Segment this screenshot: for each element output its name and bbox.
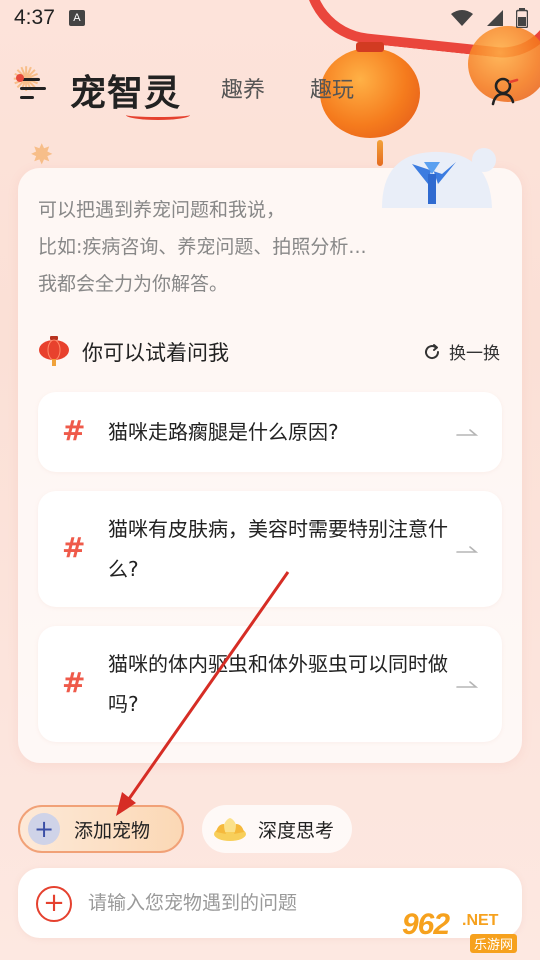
menu-icon[interactable] bbox=[16, 74, 48, 104]
wifi-icon bbox=[451, 10, 473, 26]
arrow-right-icon bbox=[456, 429, 478, 436]
hashtag-icon: # bbox=[62, 414, 86, 447]
watermark-brand: 962 bbox=[402, 908, 450, 941]
app-logo: 宠智灵 bbox=[70, 73, 182, 114]
intro-line: 我都会全力为你解答。 bbox=[38, 273, 229, 295]
add-pet-label: 添加宠物 bbox=[74, 819, 151, 842]
add-pet-button[interactable]: + 添加宠物 bbox=[18, 805, 184, 853]
firework-decoration: ✸ bbox=[30, 138, 54, 171]
hashtag-icon: # bbox=[62, 666, 86, 699]
watermark-sub: 乐游网 bbox=[470, 934, 518, 953]
suggestions-header: 你可以试着问我 换一换 bbox=[38, 332, 502, 372]
battery-icon bbox=[516, 8, 528, 28]
app-header: 宠智灵 趣养 趣玩 bbox=[0, 56, 540, 126]
suggested-question[interactable]: # 猫咪有皮肤病，美容时需要特别注意什么? bbox=[38, 491, 502, 607]
arrow-right-icon bbox=[456, 546, 478, 553]
logo-underline bbox=[126, 110, 190, 120]
lantern-icon bbox=[39, 336, 69, 366]
intro-text: 可以把遇到养宠问题和我说， 比如:疾病咨询、养宠问题、拍照分析... 我都会全力… bbox=[38, 192, 498, 303]
notification-icon: A bbox=[68, 10, 85, 26]
tab-quwan[interactable]: 趣玩 bbox=[310, 72, 354, 104]
refresh-label: 换一换 bbox=[449, 344, 500, 364]
plus-icon: + bbox=[28, 813, 60, 845]
lantern-cap-decoration bbox=[356, 42, 384, 52]
refresh-icon bbox=[425, 343, 440, 359]
watermark-net: .NET bbox=[462, 912, 499, 929]
question-text: 猫咪的体内驱虫和体外驱虫可以同时做吗? bbox=[108, 652, 448, 716]
tab-quyang[interactable]: 趣养 bbox=[221, 72, 265, 104]
deep-think-toggle[interactable]: 深度思考 bbox=[202, 805, 352, 853]
signal-icon bbox=[487, 10, 503, 26]
site-watermark: 962 .NET 乐游网 bbox=[402, 908, 536, 956]
attach-plus-icon[interactable]: + bbox=[36, 886, 72, 922]
status-bar: 4:37 A bbox=[0, 0, 540, 36]
arrow-right-icon bbox=[456, 681, 478, 688]
status-time: 4:37 bbox=[14, 6, 55, 29]
intro-line: 比如:疾病咨询、养宠问题、拍照分析... bbox=[38, 236, 367, 258]
hashtag-icon: # bbox=[62, 531, 86, 564]
deep-think-label: 深度思考 bbox=[258, 819, 335, 842]
suggested-question[interactable]: # 猫咪走路瘸腿是什么原因? bbox=[38, 392, 502, 472]
question-input[interactable] bbox=[88, 886, 428, 920]
notification-dot bbox=[16, 74, 24, 82]
intro-line: 可以把遇到养宠问题和我说， bbox=[38, 199, 286, 221]
question-text: 猫咪有皮肤病，美容时需要特别注意什么? bbox=[108, 517, 448, 581]
suggestions-title: 你可以试着问我 bbox=[82, 341, 229, 365]
question-text: 猫咪走路瘸腿是什么原因? bbox=[108, 420, 339, 444]
lotus-icon bbox=[214, 818, 246, 841]
status-indicators bbox=[450, 8, 528, 28]
suggested-question[interactable]: # 猫咪的体内驱虫和体外驱虫可以同时做吗? bbox=[38, 626, 502, 742]
refresh-button[interactable]: 换一换 bbox=[423, 339, 500, 364]
user-profile-icon[interactable] bbox=[490, 76, 520, 106]
